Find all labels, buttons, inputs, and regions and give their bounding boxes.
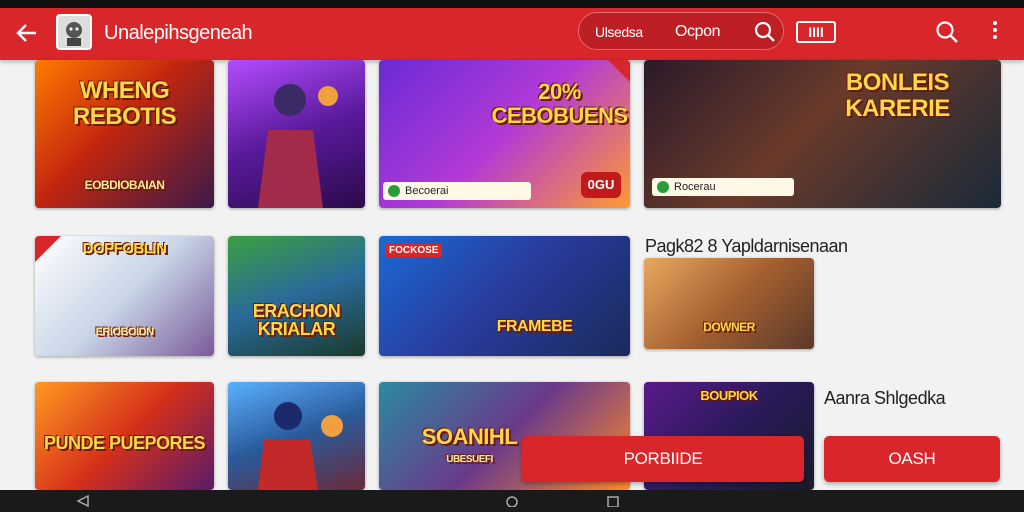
- card-chip: Becoerai: [383, 182, 531, 200]
- badge-icon[interactable]: IIII: [796, 21, 836, 43]
- card-title: WHENG REBOTIS: [72, 77, 177, 130]
- coin-icon: [388, 185, 400, 197]
- primary-button[interactable]: PORBIIDE: [522, 436, 804, 482]
- secondary-button[interactable]: OASH: [824, 436, 1000, 482]
- nav-recents-icon[interactable]: [606, 495, 620, 507]
- corner-flag: [608, 60, 630, 82]
- card-tag: FOCKOSE: [385, 244, 443, 257]
- game-card[interactable]: DOPFOBLIN ERIOBOIDN: [35, 236, 214, 356]
- status-bar: [0, 0, 1024, 8]
- pill-label-secondary[interactable]: Ocpon: [675, 23, 721, 41]
- pill-label[interactable]: Ulsedsa: [595, 24, 643, 40]
- card-chip: Rocerau: [652, 178, 794, 196]
- card-title: BOUPIOK: [700, 388, 758, 403]
- search-icon[interactable]: [753, 20, 777, 44]
- section-label: Pagk82 8 Yapldarnisenaan: [645, 236, 848, 256]
- nav-back-icon[interactable]: [76, 495, 90, 507]
- back-arrow-icon[interactable]: [12, 20, 42, 48]
- game-card[interactable]: WHENG REBOTIS EOBDIOBAIAN: [35, 60, 214, 208]
- game-card[interactable]: 20% CEBOBUENS Becoerai 0GU: [379, 60, 630, 208]
- coin-icon: [657, 181, 669, 193]
- app-title: Unalepihsgeneah: [104, 22, 253, 44]
- game-card[interactable]: BONLEIS KARERIE Rocerau: [644, 60, 1001, 208]
- game-card[interactable]: FOCKOSE FRAMEBE: [379, 236, 630, 356]
- chip-label: Rocerau: [674, 181, 716, 193]
- game-card[interactable]: [228, 382, 365, 490]
- card-title: FRAMEBE: [496, 318, 573, 335]
- card-title: 20% CEBOBUENS: [491, 79, 628, 128]
- search-pill[interactable]: Ulsedsa Ocpon: [578, 12, 784, 50]
- card-caption: ERIOBOIDN: [95, 326, 154, 338]
- game-card[interactable]: DOWNER: [644, 258, 814, 349]
- app-bar: Unalepihsgeneah Ulsedsa Ocpon IIII: [0, 8, 1024, 60]
- card-title: DOWNER: [703, 320, 755, 334]
- card-title: ERACHON KRIALAR: [252, 301, 341, 339]
- hero-art: [258, 84, 338, 208]
- game-card[interactable]: ERACHON KRIALAR: [228, 236, 365, 356]
- search-icon[interactable]: [934, 19, 960, 45]
- app-logo[interactable]: [56, 14, 92, 50]
- game-card[interactable]: [228, 60, 365, 208]
- section-label: Aanra Shlgedka: [824, 388, 946, 408]
- system-nav-bar: [0, 490, 1024, 512]
- chip-label: Becoerai: [405, 185, 449, 197]
- nav-home-icon[interactable]: [505, 495, 519, 507]
- price-badge: 0GU: [581, 172, 621, 198]
- card-title: PUNDE PUEPORES: [43, 433, 206, 453]
- card-title: DOPFOBLIN: [82, 240, 167, 257]
- hero-art: [258, 402, 343, 490]
- more-vert-icon[interactable]: [990, 18, 1000, 46]
- game-card[interactable]: PUNDE PUEPORES: [35, 382, 214, 490]
- card-title: BONLEIS KARERIE: [845, 69, 950, 122]
- card-caption: EOBDIOBAIAN: [84, 178, 165, 192]
